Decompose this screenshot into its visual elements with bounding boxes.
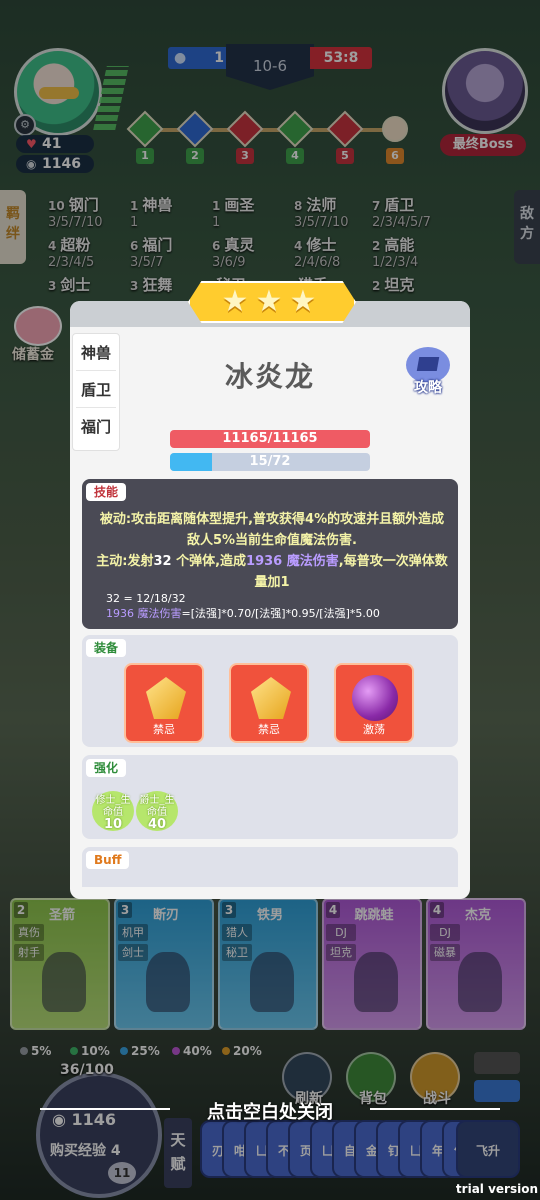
mana-fill [170, 453, 212, 471]
skill-description: 被动:攻击距离随体型提升,普攻获得4%的攻速并且额外造成敌人5%当前生命值魔法伤… [94, 509, 450, 593]
equipment-name: 激荡 [363, 723, 385, 736]
mana-text: 15/72 [249, 454, 291, 469]
skill-formula: 32 = 12/18/32 1936 魔法伤害=[法强]*0.70/[法强]*0… [106, 591, 380, 621]
enhance-section: 强化 修士_生命值 10 爵士_生命值 40 [82, 755, 458, 839]
enhance-value: 10 [103, 817, 123, 832]
close-hint[interactable]: 点击空白处关闭 [0, 1098, 540, 1124]
skill-active-mid: 个弹体,造成 [171, 554, 247, 569]
enhance-badge[interactable]: 修士_生命值 10 [92, 791, 134, 831]
enhance-badge[interactable]: 爵士_生命值 40 [136, 791, 178, 831]
enhance-name: 爵士_生命值 [139, 795, 175, 818]
formula-line-1: 32 = 12/18/32 [106, 592, 186, 605]
star-icon: ★ [221, 284, 249, 319]
equipment-slot[interactable]: 禁忌 [124, 663, 204, 743]
star-rating-banner: ★ ★ ★ [188, 281, 356, 323]
orb-icon [352, 675, 398, 721]
equipment-section: 装备 禁忌 禁忌 激荡 [82, 635, 458, 747]
star-icon: ★ [255, 284, 283, 319]
skill-section: 技能 被动:攻击距离随体型提升,普攻获得4%的攻速并且额外造成敌人5%当前生命值… [82, 479, 458, 629]
enhance-name: 修士_生命值 [95, 795, 131, 818]
enhance-tag: 强化 [86, 759, 127, 777]
hp-bar: 11165/11165 [170, 430, 370, 448]
formula-line-2: 1936 魔法伤害=[法强]*0.70/[法强]*0.95/[法强]*5.00 [106, 606, 380, 621]
crystal-icon [146, 677, 186, 719]
equipment-name: 禁忌 [153, 723, 175, 736]
hp-text: 11165/11165 [222, 431, 318, 446]
skill-active-pre: 主动:发射 [96, 554, 154, 569]
skill-tag: 技能 [86, 483, 127, 501]
trial-watermark: trial version [455, 1182, 538, 1196]
star-icon: ★ [289, 284, 317, 319]
crystal-icon [251, 677, 291, 719]
formula-2-pre: 1936 魔法伤害 [106, 607, 182, 620]
hero-detail-modal: 神兽 盾卫 福门 冰炎龙 攻略 11165/11165 15/72 技能 被动:… [70, 301, 470, 899]
formula-2-post: =[法强]*0.70/[法强]*0.95/[法强]*5.00 [181, 607, 380, 620]
skill-active-num: 32 [153, 554, 172, 569]
skill-active: 主动:发射32 个弹体,造成1936 魔法伤害,每普攻一次弹体数量加1 [94, 551, 450, 593]
skill-passive: 被动:攻击距离随体型提升,普攻获得4%的攻速并且额外造成敌人5%当前生命值魔法伤… [99, 512, 445, 548]
buff-section: Buff [82, 847, 458, 887]
equipment-slot[interactable]: 激荡 [334, 663, 414, 743]
equipment-tag: 装备 [86, 639, 127, 657]
strategy-label: 攻略 [414, 380, 442, 396]
enhance-value: 40 [147, 817, 167, 832]
mana-bar: 15/72 [170, 453, 370, 471]
buff-tag: Buff [86, 851, 130, 869]
equipment-slot[interactable]: 禁忌 [229, 663, 309, 743]
hint-divider-right [370, 1108, 500, 1110]
equipment-name: 禁忌 [258, 723, 280, 736]
skill-active-dmg: 1936 魔法伤害 [246, 554, 339, 569]
hero-trait[interactable]: 福门 [76, 410, 116, 444]
strategy-button[interactable]: 攻略 [402, 347, 454, 401]
